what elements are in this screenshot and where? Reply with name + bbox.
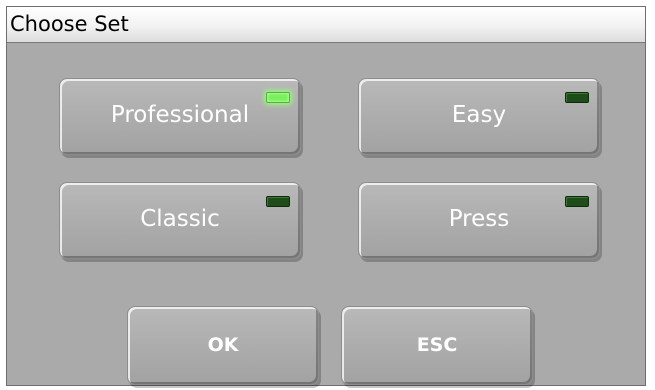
set-button-classic[interactable]: Classic (59, 182, 301, 259)
esc-button[interactable]: ESC (341, 306, 533, 385)
esc-button-label: ESC (416, 334, 458, 356)
set-button-label: Press (448, 206, 510, 232)
set-button-label: Easy (451, 102, 507, 128)
active-indicator-led (266, 92, 290, 103)
active-indicator-led (565, 196, 589, 207)
dialog-title: Choose Set (10, 12, 129, 36)
set-button-label: Classic (140, 206, 220, 232)
set-button-press[interactable]: Press (358, 182, 600, 259)
set-button-easy[interactable]: Easy (358, 78, 600, 155)
active-indicator-led (565, 92, 589, 103)
set-button-professional[interactable]: Professional (59, 78, 301, 155)
ok-button[interactable]: OK (127, 306, 319, 385)
dialog-content: Professional Easy Classic Press OK ESC (7, 44, 645, 385)
ok-button-label: OK (207, 334, 239, 356)
set-button-label: Professional (110, 102, 250, 128)
choose-set-dialog: Choose Set Professional Easy Classic Pre… (6, 6, 646, 386)
title-bar: Choose Set (7, 7, 645, 43)
active-indicator-led (266, 196, 290, 207)
